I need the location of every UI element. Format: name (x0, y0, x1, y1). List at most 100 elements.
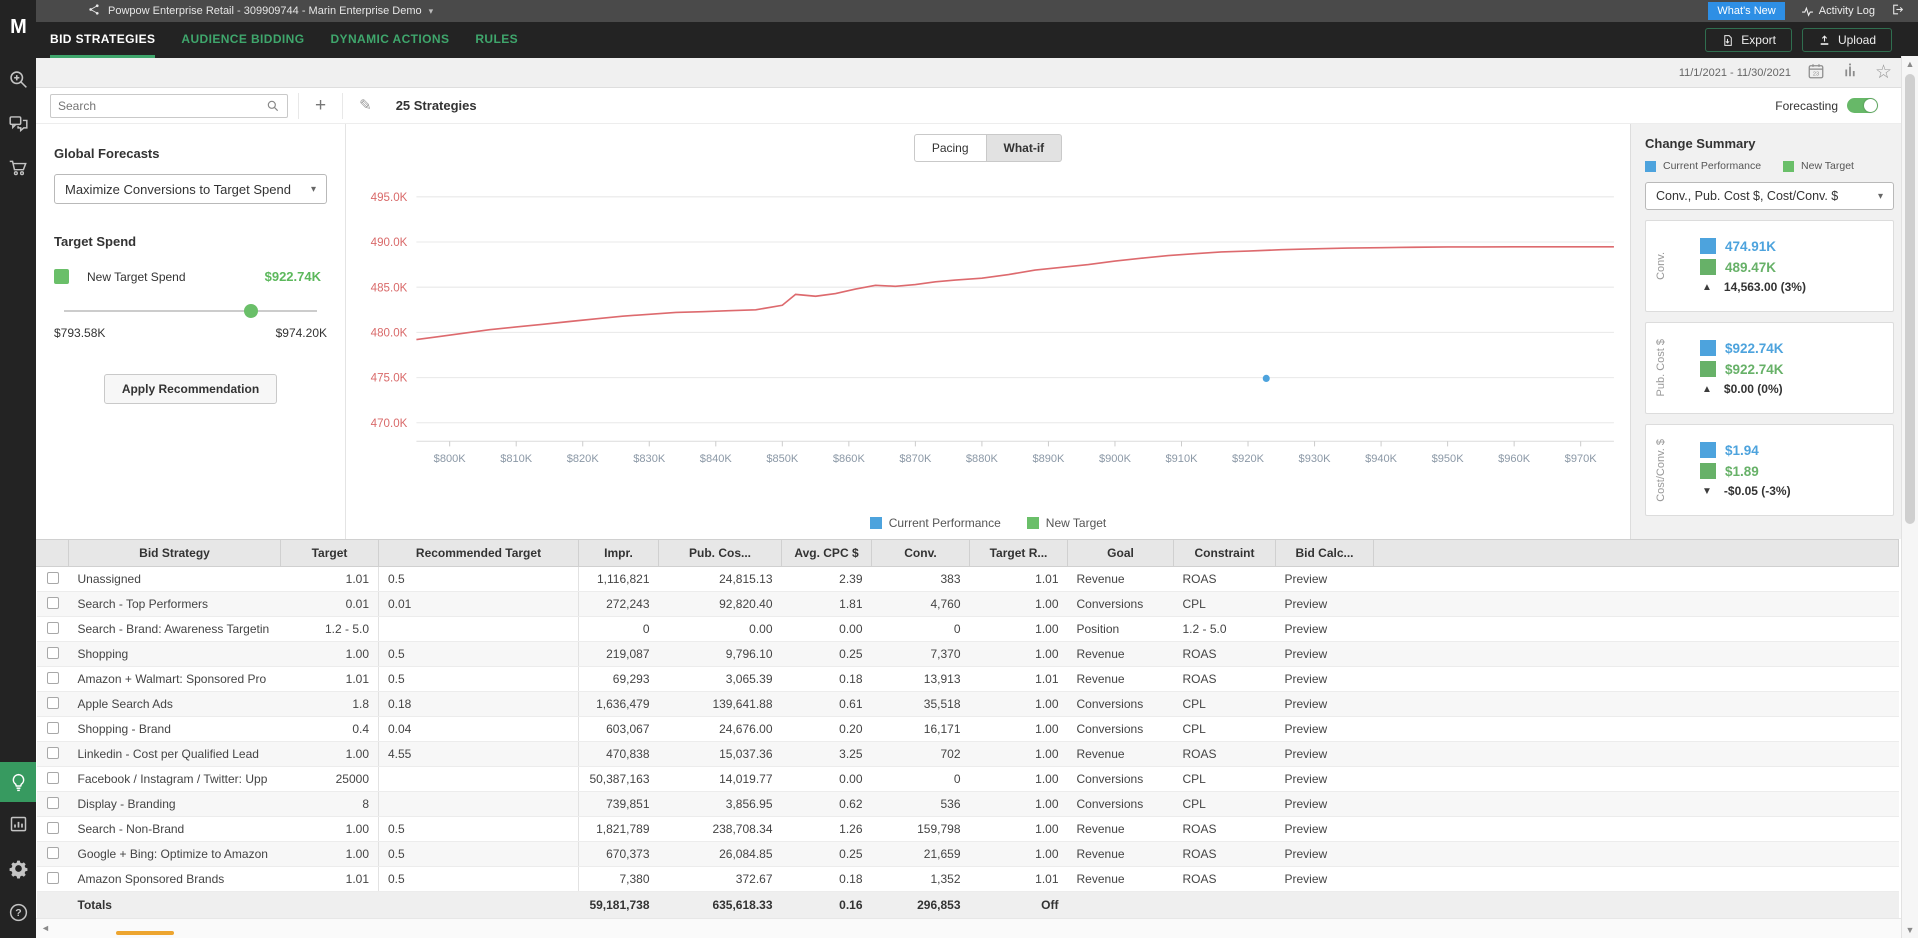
export-button[interactable]: Export (1705, 28, 1792, 52)
metric-selector[interactable]: Conv., Pub. Cost $, Cost/Conv. $ ▾ (1645, 182, 1894, 210)
whats-new-button[interactable]: What's New (1708, 2, 1784, 20)
preview-link[interactable]: Preview (1276, 742, 1374, 767)
preview-link[interactable]: Preview (1276, 717, 1374, 742)
preview-link[interactable]: Preview (1276, 792, 1374, 817)
vertical-scrollbar[interactable]: ▲ ▼ (1901, 56, 1918, 938)
target-spend-slider[interactable] (64, 304, 317, 318)
search-icon[interactable] (266, 99, 280, 113)
cell-target-r: 1.00 (970, 817, 1068, 842)
table-row: Amazon + Walmart: Sponsored Pro1.010.569… (37, 667, 1899, 692)
preview-link[interactable]: Preview (1276, 817, 1374, 842)
row-checkbox[interactable] (47, 572, 59, 584)
cart-icon[interactable] (0, 145, 36, 189)
horizontal-scrollbar[interactable]: ◄ (36, 918, 1918, 938)
col-header-impr[interactable]: Impr. (579, 540, 659, 567)
preview-link[interactable]: Preview (1276, 867, 1374, 892)
content-area: Global Forecasts Maximize Conversions to… (36, 124, 1918, 539)
metric-delta: ▲14,563.00 (3%) (1702, 280, 1887, 294)
cell-bid-strategy: Apple Search Ads (69, 692, 281, 717)
table-row: Amazon Sponsored Brands1.010.57,380372.6… (37, 867, 1899, 892)
preview-link[interactable]: Preview (1276, 767, 1374, 792)
horizontal-scroll-thumb[interactable] (116, 931, 174, 935)
col-header-target-r[interactable]: Target R... (970, 540, 1068, 567)
row-checkbox[interactable] (47, 747, 59, 759)
tab-dynamic-actions[interactable]: DYNAMIC ACTIONS (330, 22, 449, 58)
search-input[interactable] (58, 99, 266, 113)
nav-tabs: BID STRATEGIES AUDIENCE BIDDING DYNAMIC AC… (50, 22, 518, 58)
totals-bid-calc (1276, 892, 1374, 919)
slider-max-label: $974.20K (276, 326, 327, 340)
preview-link[interactable]: Preview (1276, 567, 1374, 592)
row-checkbox[interactable] (47, 697, 59, 709)
lightbulb-icon[interactable] (0, 762, 36, 802)
row-checkbox[interactable] (47, 822, 59, 834)
global-forecasts-panel: Global Forecasts Maximize Conversions to… (36, 124, 346, 539)
cell-avg-cpc: 0.25 (782, 642, 872, 667)
row-checkbox[interactable] (47, 872, 59, 884)
upload-button[interactable]: Upload (1802, 28, 1892, 52)
preview-link[interactable]: Preview (1276, 617, 1374, 642)
cell-constraint: ROAS (1174, 567, 1276, 592)
search-plus-icon[interactable] (0, 57, 36, 101)
cell-pub-cos: 238,708.34 (659, 817, 782, 842)
preview-link[interactable]: Preview (1276, 592, 1374, 617)
scroll-left-icon[interactable]: ◄ (41, 923, 50, 933)
date-range[interactable]: 11/1/2021 - 11/30/2021 (1679, 67, 1791, 79)
marin-logo: M (10, 16, 26, 39)
report-icon[interactable] (0, 802, 36, 846)
cell-constraint: CPL (1174, 592, 1276, 617)
cell-target: 1.2 - 5.0 (281, 617, 379, 642)
cell-avg-cpc: 0.18 (782, 667, 872, 692)
logout-icon[interactable] (1891, 3, 1904, 19)
preview-link[interactable]: Preview (1276, 842, 1374, 867)
row-checkbox[interactable] (47, 597, 59, 609)
vertical-scroll-thumb[interactable] (1905, 74, 1915, 524)
tab-bid-strategies[interactable]: BID STRATEGIES (50, 22, 155, 58)
chart-tab-what-if[interactable]: What-if (987, 134, 1063, 162)
row-checkbox[interactable] (47, 672, 59, 684)
slider-track (64, 310, 317, 312)
col-header-conv[interactable]: Conv. (872, 540, 970, 567)
scroll-down-icon[interactable]: ▼ (1902, 925, 1918, 935)
col-header-goal[interactable]: Goal (1068, 540, 1174, 567)
preview-link[interactable]: Preview (1276, 667, 1374, 692)
forecast-type-select[interactable]: Maximize Conversions to Target Spend ▾ (54, 174, 327, 204)
row-checkbox[interactable] (47, 722, 59, 734)
col-header-recommended-target[interactable]: Recommended Target (379, 540, 579, 567)
col-header-target[interactable]: Target (281, 540, 379, 567)
apply-recommendation-button[interactable]: Apply Recommendation (104, 374, 277, 404)
preview-link[interactable]: Preview (1276, 642, 1374, 667)
columns-icon[interactable] (1841, 62, 1859, 83)
edit-pencil-icon[interactable]: ✎ (353, 98, 378, 113)
col-header-constraint[interactable]: Constraint (1174, 540, 1276, 567)
cell-recommended-target: 0.5 (379, 817, 579, 842)
slider-handle[interactable] (244, 304, 258, 318)
chart-tab-pacing[interactable]: Pacing (914, 134, 987, 162)
scroll-up-icon[interactable]: ▲ (1902, 59, 1918, 69)
row-checkbox[interactable] (47, 772, 59, 784)
share-icon[interactable] (88, 3, 101, 19)
activity-log-button[interactable]: Activity Log (1801, 5, 1875, 18)
row-checkbox[interactable] (47, 622, 59, 634)
help-icon[interactable]: ? (0, 890, 36, 934)
col-header-bid-calc[interactable]: Bid Calc... (1276, 540, 1374, 567)
forecasting-toggle[interactable] (1847, 98, 1878, 113)
add-strategy-button[interactable]: + (309, 96, 332, 115)
row-checkbox[interactable] (47, 847, 59, 859)
col-header-bid-strategy[interactable]: Bid Strategy (69, 540, 281, 567)
col-header-pub-cos[interactable]: Pub. Cos... (659, 540, 782, 567)
preview-link[interactable]: Preview (1276, 692, 1374, 717)
account-title[interactable]: Powpow Enterprise Retail - 309909744 - M… (108, 5, 422, 17)
pulse-icon (1801, 5, 1814, 18)
chat-icon[interactable] (0, 101, 36, 145)
col-header-avg-cpc[interactable]: Avg. CPC $ (782, 540, 872, 567)
row-checkbox[interactable] (47, 647, 59, 659)
calendar-icon[interactable]: 23 (1807, 62, 1825, 83)
svg-text:$870K: $870K (899, 453, 932, 465)
gear-icon[interactable] (0, 846, 36, 890)
tab-audience-bidding[interactable]: AUDIENCE BIDDING (181, 22, 304, 58)
cell-avg-cpc: 1.26 (782, 817, 872, 842)
row-checkbox[interactable] (47, 797, 59, 809)
favorite-star-icon[interactable]: ☆ (1875, 63, 1892, 82)
tab-rules[interactable]: RULES (475, 22, 518, 58)
